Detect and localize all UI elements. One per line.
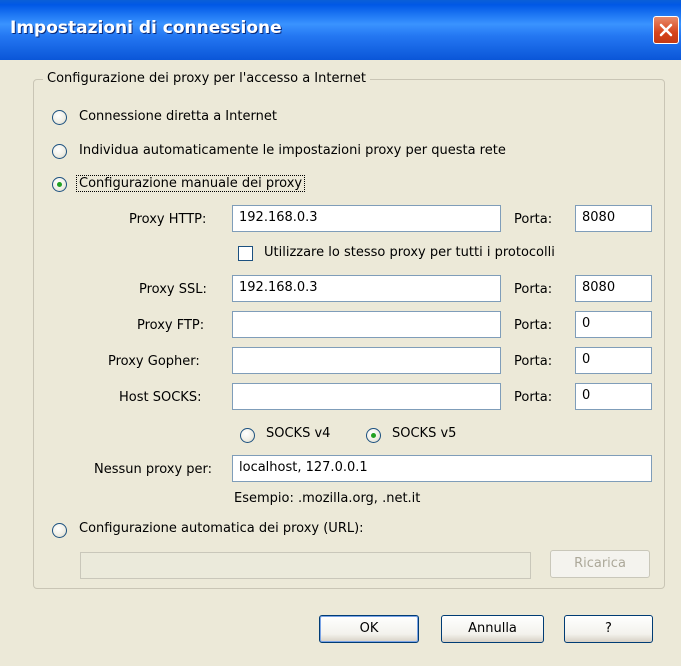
socks-host-input[interactable] [232, 383, 501, 410]
ftp-proxy-label: Proxy FTP: [137, 318, 205, 333]
ok-button[interactable]: OK [319, 615, 419, 643]
radio-auto-detect[interactable] [52, 144, 67, 159]
gopher-port-label: Porta: [514, 354, 553, 369]
close-icon [659, 23, 673, 37]
radio-socks-v4-label[interactable]: SOCKS v4 [266, 426, 330, 441]
same-proxy-checkbox[interactable] [238, 246, 253, 261]
group-legend: Configurazione dei proxy per l'accesso a… [43, 71, 370, 86]
title-bar[interactable]: Impostazioni di connessione [0, 0, 681, 60]
ssl-proxy-input[interactable]: 192.168.0.3 [232, 275, 501, 302]
http-proxy-label: Proxy HTTP: [129, 212, 207, 227]
connection-settings-dialog: Impostazioni di connessione Configurazio… [0, 0, 681, 666]
http-port-label: Porta: [514, 212, 553, 227]
gopher-proxy-input[interactable] [232, 347, 501, 374]
gopher-port-input[interactable]: 0 [575, 347, 652, 374]
ssl-proxy-label: Proxy SSL: [139, 282, 207, 297]
close-button[interactable] [653, 16, 679, 44]
radio-auto-url-label[interactable]: Configurazione automatica dei proxy (URL… [79, 521, 364, 536]
help-button[interactable]: ? [564, 615, 653, 643]
socks-host-label: Host SOCKS: [119, 390, 202, 405]
same-proxy-label[interactable]: Utilizzare lo stesso proxy per tutti i p… [264, 245, 555, 260]
radio-socks-v4[interactable] [240, 428, 255, 443]
radio-socks-v5[interactable] [366, 428, 381, 443]
ssl-port-label: Porta: [514, 282, 553, 297]
ftp-proxy-input[interactable] [232, 311, 501, 338]
socks-port-input[interactable]: 0 [575, 383, 652, 410]
radio-manual[interactable] [52, 177, 67, 192]
ftp-port-label: Porta: [514, 318, 553, 333]
auto-url-input[interactable] [80, 552, 531, 579]
radio-manual-label[interactable]: Configurazione manuale dei proxy [76, 175, 306, 192]
cancel-button[interactable]: Annulla [441, 615, 544, 643]
radio-auto-detect-label[interactable]: Individua automaticamente le impostazion… [79, 143, 506, 158]
radio-selected-dot [57, 182, 62, 187]
radio-selected-dot [371, 433, 376, 438]
ssl-port-input[interactable]: 8080 [575, 275, 652, 302]
socks-port-label: Porta: [514, 390, 553, 405]
radio-socks-v5-label[interactable]: SOCKS v5 [392, 426, 456, 441]
ftp-port-input[interactable]: 0 [575, 311, 652, 338]
window-title: Impostazioni di connessione [10, 18, 282, 38]
radio-direct-label[interactable]: Connessione diretta a Internet [79, 109, 277, 124]
no-proxy-example: Esempio: .mozilla.org, .net.it [234, 491, 421, 506]
gopher-proxy-label: Proxy Gopher: [108, 354, 200, 369]
no-proxy-label: Nessun proxy per: [94, 462, 213, 477]
radio-direct[interactable] [52, 110, 67, 125]
radio-auto-url[interactable] [52, 523, 67, 538]
http-port-input[interactable]: 8080 [575, 205, 652, 232]
http-proxy-input[interactable]: 192.168.0.3 [232, 205, 501, 232]
no-proxy-input[interactable]: localhost, 127.0.0.1 [232, 455, 652, 482]
reload-button[interactable]: Ricarica [550, 550, 650, 578]
